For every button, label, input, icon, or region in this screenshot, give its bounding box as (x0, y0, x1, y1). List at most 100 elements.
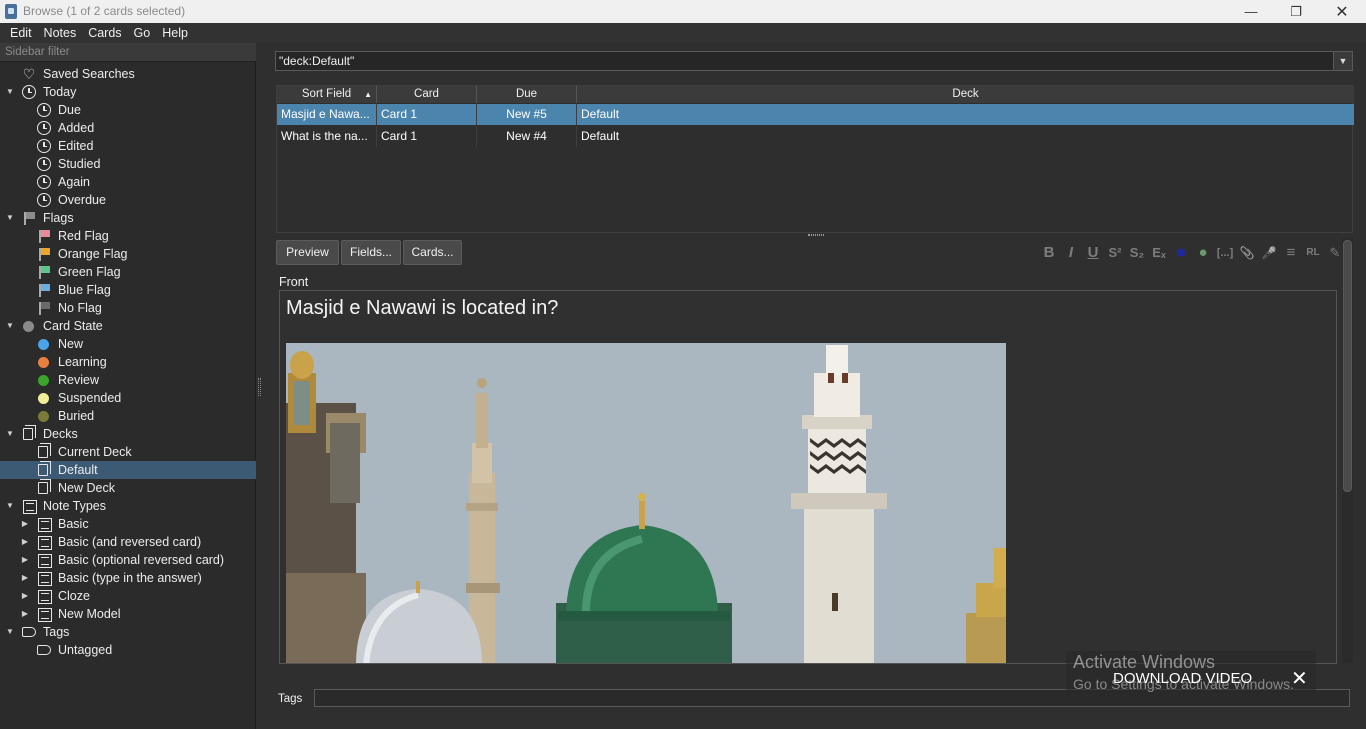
column-header-due[interactable]: Due (477, 86, 577, 103)
sidebar-item[interactable]: Suspended (0, 389, 256, 407)
chevron-down-icon[interactable]: ▼ (5, 497, 15, 515)
chevron-right-icon[interactable]: ▶ (20, 569, 30, 587)
sidebar-item[interactable]: ▶ Basic (type in the answer) (0, 569, 256, 587)
sidebar-item[interactable]: No Flag (0, 299, 256, 317)
microphone-icon[interactable]: 🎤 (1258, 242, 1280, 264)
cloze-icon[interactable]: [...] (1214, 242, 1236, 264)
table-row[interactable]: What is the na... Card 1 New #4 Default (277, 126, 1354, 147)
sidebar-item[interactable]: Due (0, 101, 256, 119)
sidebar-item[interactable]: Review (0, 371, 256, 389)
sidebar-item[interactable]: Green Flag (0, 263, 256, 281)
chevron-right-icon[interactable]: ▶ (20, 587, 30, 605)
notetype-icon (37, 571, 52, 586)
attachment-icon[interactable]: 📎 (1236, 242, 1258, 264)
minimize-button[interactable]: — (1228, 0, 1274, 23)
notetype-icon (37, 517, 52, 532)
editor-scrollbar[interactable] (1342, 238, 1353, 663)
circle-icon (38, 393, 49, 404)
column-header-deck[interactable]: Deck (577, 86, 1354, 103)
sidebar-item[interactable]: Buried (0, 407, 256, 425)
flag-icon (37, 283, 51, 297)
menu-help[interactable]: Help (156, 23, 194, 43)
maximize-button[interactable]: ❐ (1273, 0, 1319, 23)
search-input[interactable]: "deck:Default" (275, 51, 1353, 71)
chevron-down-icon[interactable]: ▼ (5, 317, 15, 335)
chevron-down-icon[interactable]: ▼ (5, 425, 15, 443)
sidebar-item[interactable]: Current Deck (0, 443, 256, 461)
sidebar-item[interactable]: New Deck (0, 479, 256, 497)
fields-button[interactable]: Fields... (341, 240, 401, 265)
sidebar-item[interactable]: Red Flag (0, 227, 256, 245)
sidebar-item[interactable]: New (0, 335, 256, 353)
superscript-icon[interactable]: S² (1104, 242, 1126, 264)
sidebar-item[interactable]: ▶ Basic (and reversed card) (0, 533, 256, 551)
sidebar-item[interactable]: Learning (0, 353, 256, 371)
clock-icon (37, 193, 51, 207)
clear-formatting-icon[interactable]: Eₓ (1148, 242, 1170, 264)
table-splitter-handle[interactable] (808, 234, 824, 236)
subscript-icon[interactable]: S₂ (1126, 242, 1148, 264)
chevron-down-icon[interactable]: ▼ (5, 83, 15, 101)
sidebar-item[interactable]: Studied (0, 155, 256, 173)
sidebar-item[interactable]: Untagged (0, 641, 256, 659)
preview-button[interactable]: Preview (276, 240, 339, 265)
highlight-color-icon[interactable]: ● (1192, 242, 1214, 264)
scrollbar-thumb[interactable] (1343, 240, 1352, 492)
sidebar-item[interactable]: Default (0, 461, 256, 479)
column-header-sort-field[interactable]: Sort Field ▲ (277, 86, 377, 103)
sidebar-item[interactable]: ▶ Cloze (0, 587, 256, 605)
front-field-editor[interactable]: Masjid e Nawawi is located in? (279, 290, 1337, 664)
editor-toolbar: B I U S² S₂ Eₓ ■ ● [...] 📎 🎤 ≡ RL ✎ (1038, 242, 1346, 264)
sidebar-filter-input[interactable]: Sidebar filter (0, 43, 256, 62)
table-row[interactable]: Masjid e Nawa... Card 1 New #5 Default (277, 104, 1354, 125)
cell-card: Card 1 (377, 104, 477, 125)
menu-go[interactable]: Go (128, 23, 157, 43)
search-dropdown-button[interactable]: ▼ (1333, 51, 1353, 71)
cell-sort-field: Masjid e Nawa... (277, 104, 377, 125)
deck-icon (23, 425, 36, 440)
sidebar-item-label: New Deck (58, 481, 115, 495)
sidebar-item[interactable]: Again (0, 173, 256, 191)
menu-cards[interactable]: Cards (82, 23, 127, 43)
cards-button[interactable]: Cards... (403, 240, 462, 265)
sidebar-item[interactable]: ▼ Today (0, 83, 256, 101)
sidebar-item[interactable]: ▼ Flags (0, 209, 256, 227)
sidebar-item[interactable]: ▼ Note Types (0, 497, 256, 515)
bold-icon[interactable]: B (1038, 242, 1060, 264)
sidebar-item[interactable]: Edited (0, 137, 256, 155)
sidebar-item[interactable]: Overdue (0, 191, 256, 209)
chevron-right-icon[interactable]: ▶ (20, 551, 30, 569)
column-header-card[interactable]: Card (377, 86, 477, 103)
chevron-right-icon[interactable]: ▶ (20, 533, 30, 551)
sidebar-item[interactable]: Orange Flag (0, 245, 256, 263)
menu-edit[interactable]: Edit (4, 23, 38, 43)
download-video-button[interactable]: DOWNLOAD VIDEO (1113, 670, 1252, 687)
sidebar-item-label: Edited (58, 139, 94, 153)
underline-icon[interactable]: U (1082, 242, 1104, 264)
sidebar-splitter-handle[interactable] (258, 378, 261, 396)
sidebar-item[interactable]: Added (0, 119, 256, 137)
menu-notes[interactable]: Notes (38, 23, 83, 43)
sidebar-item[interactable]: ▼ Decks (0, 425, 256, 443)
clock-icon (37, 157, 51, 171)
circle-icon (38, 339, 49, 350)
chevron-right-icon[interactable]: ▶ (20, 515, 30, 533)
more-options-icon[interactable]: ≡ (1280, 242, 1302, 264)
sidebar-item[interactable]: ▶ Basic (optional reversed card) (0, 551, 256, 569)
close-button[interactable]: ✕ (1319, 0, 1365, 23)
italic-icon[interactable]: I (1060, 242, 1082, 264)
chevron-down-icon[interactable]: ▼ (5, 209, 15, 227)
close-icon[interactable]: ✕ (1291, 666, 1308, 691)
sidebar-item[interactable]: Blue Flag (0, 281, 256, 299)
sidebar-item-label: Cloze (58, 589, 90, 603)
sidebar-item[interactable]: ▶ New Model (0, 605, 256, 623)
text-color-icon[interactable]: ■ (1170, 242, 1192, 264)
sidebar-item[interactable]: ♡ Saved Searches (0, 65, 256, 83)
cell-deck: Default (581, 129, 620, 143)
chevron-down-icon[interactable]: ▼ (5, 623, 15, 641)
sidebar-item[interactable]: ▶ Basic (0, 515, 256, 533)
rtl-icon[interactable]: RL (1302, 242, 1324, 264)
sidebar-item[interactable]: ▼ Card State (0, 317, 256, 335)
sidebar-item[interactable]: ▼ Tags (0, 623, 256, 641)
chevron-right-icon[interactable]: ▶ (20, 605, 30, 623)
